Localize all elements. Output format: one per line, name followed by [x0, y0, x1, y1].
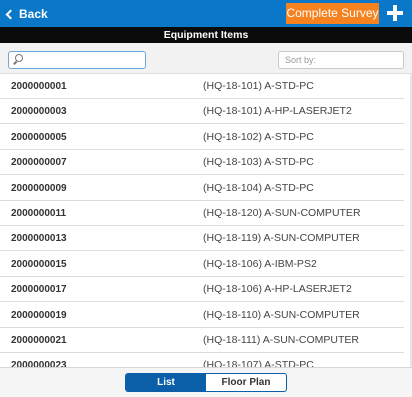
item-code: 2000000023	[11, 360, 67, 367]
tab-floor-plan[interactable]: Floor Plan	[206, 374, 286, 391]
equipment-list: 2000000001 (HQ-18-101) A-STD-PC 2000000003…	[0, 74, 410, 367]
item-description: (HQ-18-103) A-STD-PC	[203, 156, 314, 169]
top-bar: Back Complete Survey	[0, 0, 412, 27]
item-description: (HQ-18-106) A-HP-LASERJET2	[203, 283, 352, 296]
complete-survey-button[interactable]: Complete Survey	[286, 3, 379, 24]
search-icon	[13, 54, 23, 65]
back-button[interactable]: Back	[4, 5, 48, 23]
item-code: 2000000007	[11, 157, 67, 169]
search-input[interactable]	[25, 52, 143, 68]
filter-row: Sort by:	[0, 43, 412, 74]
list-item[interactable]: 2000000017 (HQ-18-106) A-HP-LASERJET2	[0, 277, 404, 303]
list-item[interactable]: 2000000007 (HQ-18-103) A-STD-PC	[0, 150, 404, 176]
item-code: 2000000009	[11, 182, 67, 194]
tab-list[interactable]: List	[126, 374, 206, 391]
add-icon[interactable]	[386, 4, 404, 22]
item-code: 2000000005	[11, 131, 67, 143]
list-item[interactable]: 2000000015 (HQ-18-106) A-IBM-PS2	[0, 252, 404, 277]
list-item[interactable]: 2000000013 (HQ-18-119) A-SUN-COMPUTER	[0, 226, 404, 252]
list-item[interactable]: 2000000005 (HQ-18-102) A-STD-PC	[0, 125, 404, 150]
list-item[interactable]: 2000000009 (HQ-18-104) A-STD-PC	[0, 176, 404, 201]
item-code: 2000000001	[11, 81, 67, 92]
list-item[interactable]: 2000000001 (HQ-18-101) A-STD-PC	[0, 74, 404, 99]
item-description: (HQ-18-104) A-STD-PC	[203, 181, 314, 194]
item-code: 2000000021	[11, 335, 67, 346]
section-title: Equipment Items	[0, 27, 412, 43]
item-code: 2000000003	[11, 106, 67, 118]
item-description: (HQ-18-111) A-SUN-COMPUTER	[203, 334, 359, 346]
search-box[interactable]	[8, 51, 146, 69]
item-code: 2000000015	[11, 258, 67, 270]
item-description: (HQ-18-106) A-IBM-PS2	[203, 257, 317, 270]
back-label: Back	[19, 7, 48, 21]
sort-select[interactable]: Sort by:	[278, 51, 404, 69]
item-description: (HQ-18-101) A-STD-PC	[203, 80, 314, 92]
item-description: (HQ-18-101) A-HP-LASERJET2	[203, 105, 352, 118]
item-description: (HQ-18-107) A-STD-PC	[203, 359, 314, 367]
item-code: 2000000011	[11, 208, 67, 219]
view-toggle: List Floor Plan	[125, 373, 287, 392]
list-item[interactable]: 2000000021 (HQ-18-111) A-SUN-COMPUTER	[0, 328, 404, 353]
list-item[interactable]: 2000000019 (HQ-18-110) A-SUN-COMPUTER	[0, 303, 404, 328]
footer: List Floor Plan	[0, 367, 412, 397]
item-description: (HQ-18-119) A-SUN-COMPUTER	[203, 232, 360, 245]
item-code: 2000000019	[11, 309, 67, 321]
list-item[interactable]: 2000000003 (HQ-18-101) A-HP-LASERJET2	[0, 99, 404, 125]
item-description: (HQ-18-110) A-SUN-COMPUTER	[203, 308, 360, 321]
item-code: 2000000017	[11, 284, 67, 296]
list-item[interactable]: 2000000011 (HQ-18-120) A-SUN-COMPUTER	[0, 201, 404, 226]
list-item[interactable]: 2000000023 (HQ-18-107) A-STD-PC	[0, 353, 404, 367]
item-description: (HQ-18-102) A-STD-PC	[203, 130, 314, 143]
item-code: 2000000013	[11, 233, 67, 245]
item-description: (HQ-18-120) A-SUN-COMPUTER	[203, 207, 361, 219]
chevron-left-icon	[5, 9, 16, 19]
